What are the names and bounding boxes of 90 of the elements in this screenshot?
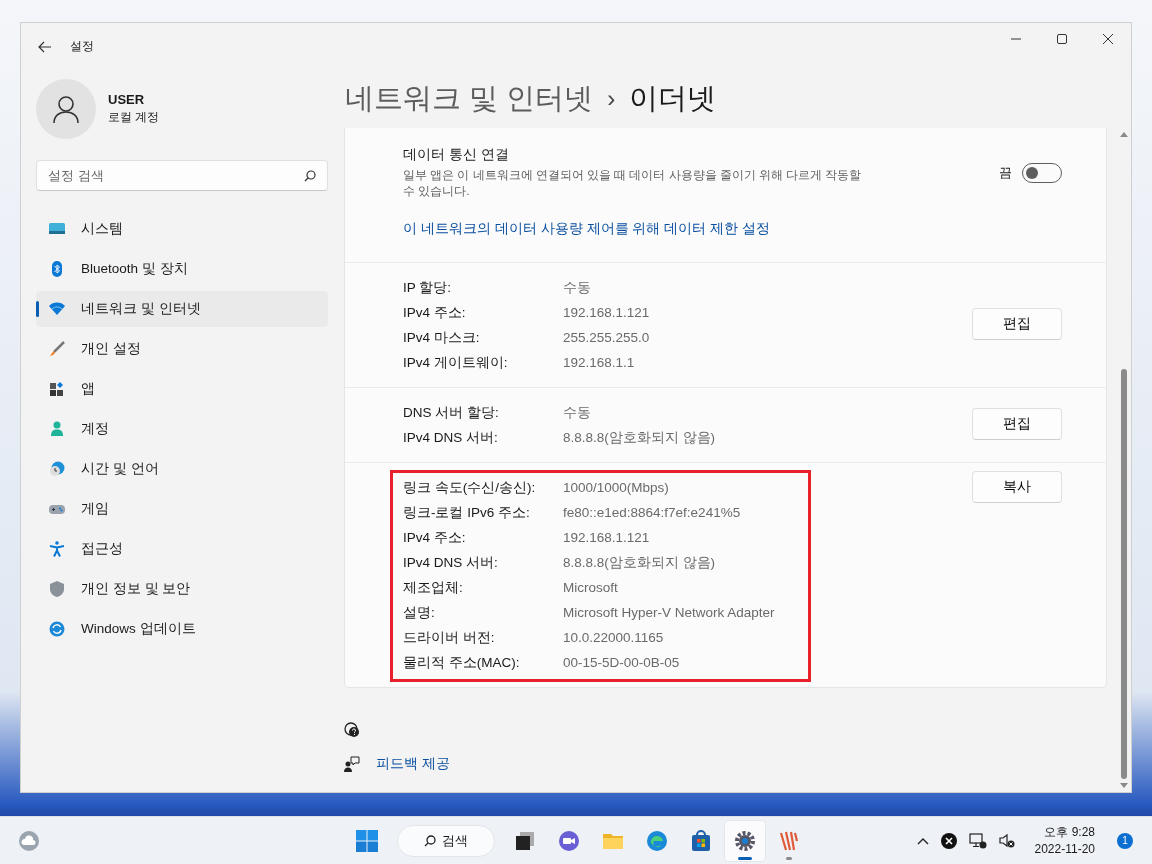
close-icon bbox=[1103, 34, 1113, 44]
toggle-state-label: 끔 bbox=[999, 163, 1012, 182]
scroll-up-icon[interactable] bbox=[1120, 131, 1128, 137]
property-value: fe80::e1ed:8864:f7ef:e241%5 bbox=[563, 505, 741, 521]
account-type: 로컬 계정 bbox=[108, 109, 160, 126]
property-label: 링크-로컬 IPv6 주소: bbox=[403, 503, 531, 522]
network-icon bbox=[49, 301, 65, 317]
property-value: 192.168.1.121 bbox=[563, 305, 650, 321]
data-limit-link[interactable]: 이 네트워크의 데이터 사용량 제어를 위해 데이터 제한 설정 bbox=[403, 220, 771, 239]
feedback-link[interactable]: 피드백 제공 bbox=[376, 755, 450, 774]
bluetooth-icon bbox=[49, 261, 65, 277]
breadcrumb-parent[interactable]: 네트워크 및 인터넷 bbox=[345, 79, 594, 119]
property-value: 00-15-5D-00-0B-05 bbox=[563, 655, 680, 671]
system-icon bbox=[49, 221, 65, 237]
setting-title: 데이터 통신 연결 bbox=[403, 146, 510, 164]
personalization-icon bbox=[49, 341, 65, 357]
property-label: 물리적 주소(MAC): bbox=[403, 653, 521, 672]
nav-item[interactable]: 개인 설정 bbox=[36, 331, 328, 367]
chevron-up-icon[interactable] bbox=[916, 836, 929, 845]
clock-date[interactable]: 2022-11-20 bbox=[1034, 840, 1095, 857]
chat-icon bbox=[557, 829, 581, 853]
property-label: DNS 서버 할당: bbox=[403, 403, 500, 422]
page-title: 이더넷 bbox=[629, 81, 717, 116]
nav-item[interactable]: 게임 bbox=[36, 491, 328, 527]
property-value: Microsoft bbox=[563, 580, 618, 596]
feedback-icon bbox=[344, 756, 360, 773]
nav-item[interactable]: 계정 bbox=[36, 411, 328, 447]
time-icon bbox=[49, 461, 65, 477]
update-icon bbox=[49, 621, 65, 637]
breadcrumb-separator: › bbox=[607, 85, 616, 113]
property-value: 10.0.22000.1165 bbox=[563, 630, 664, 646]
settings-icon bbox=[733, 829, 757, 853]
property-value: 192.168.1.121 bbox=[563, 530, 650, 546]
settings-taskbar-button[interactable] bbox=[725, 821, 765, 861]
nav-item[interactable]: 시스템 bbox=[36, 211, 328, 247]
windows-logo-icon bbox=[356, 830, 378, 852]
clock-time[interactable]: 오후 9:28 bbox=[1044, 824, 1095, 841]
property-value: 수동 bbox=[563, 278, 591, 297]
property-label: IPv4 DNS 서버: bbox=[403, 553, 499, 572]
nav-item[interactable]: 네트워크 및 인터넷 bbox=[36, 291, 328, 327]
nav-item[interactable]: Windows 업데이트 bbox=[36, 611, 328, 647]
window-title: 설정 bbox=[70, 38, 94, 55]
search-field[interactable]: 설정 검색 bbox=[36, 160, 328, 191]
property-value: Microsoft Hyper-V Network Adapter bbox=[563, 605, 775, 621]
privacy-icon bbox=[49, 581, 65, 597]
property-label: IPv4 DNS 서버: bbox=[403, 428, 499, 447]
property-label: IPv4 주소: bbox=[403, 303, 467, 322]
search-icon bbox=[424, 835, 436, 847]
property-label: 제조업체: bbox=[403, 578, 464, 597]
store-icon bbox=[689, 829, 713, 853]
speaker-muted-icon[interactable] bbox=[998, 832, 1015, 849]
apps-icon bbox=[49, 381, 65, 397]
nav-item[interactable]: 앱 bbox=[36, 371, 328, 407]
property-label: 링크 속도(수신/송신): bbox=[403, 478, 537, 497]
network-icon[interactable] bbox=[968, 832, 987, 849]
nav-item[interactable]: Bluetooth 및 장치 bbox=[36, 251, 328, 287]
action-button[interactable]: 편집 bbox=[972, 308, 1062, 341]
edge-icon bbox=[645, 829, 669, 853]
nav-item[interactable]: 개인 정보 및 보안 bbox=[36, 571, 328, 607]
property-label: IPv4 주소: bbox=[403, 528, 467, 547]
property-value: 8.8.8.8(암호화되지 않음) bbox=[563, 428, 716, 447]
property-value: 1000/1000(Mbps) bbox=[563, 480, 669, 496]
property-label: IPv4 게이트웨이: bbox=[403, 353, 509, 372]
property-label: IPv4 마스크: bbox=[403, 328, 481, 347]
nav-item[interactable]: 접근성 bbox=[36, 531, 328, 567]
action-button[interactable]: 복사 bbox=[972, 471, 1062, 504]
taskbar-search-field[interactable]: 검색 bbox=[397, 825, 495, 857]
back-arrow-icon[interactable] bbox=[38, 40, 52, 53]
help-icon[interactable] bbox=[344, 722, 360, 739]
user-name: USER bbox=[108, 92, 146, 107]
accounts-icon bbox=[49, 421, 65, 437]
property-label: 드라이버 버전: bbox=[403, 628, 496, 647]
accessibility-icon bbox=[49, 541, 65, 557]
maximize-icon bbox=[1057, 34, 1067, 44]
search-icon bbox=[304, 170, 316, 182]
property-value: 수동 bbox=[563, 403, 591, 422]
setting-description: 일부 앱은 이 네트워크에 연결되어 있을 때 데이터 사용량을 줄이기 위해 다르게 작동할 수 있습니다. bbox=[403, 168, 863, 200]
nav-item[interactable]: 시간 및 언어 bbox=[36, 451, 328, 487]
property-value: 255.255.255.0 bbox=[563, 330, 650, 346]
app-icon bbox=[777, 829, 801, 853]
taskview-icon bbox=[513, 829, 537, 853]
scroll-down-icon[interactable] bbox=[1120, 783, 1128, 789]
search-label: 검색 bbox=[442, 832, 468, 850]
action-button[interactable]: 편집 bbox=[972, 408, 1062, 441]
property-label: IP 할당: bbox=[403, 278, 452, 297]
notification-badge[interactable]: 1 bbox=[1117, 832, 1133, 849]
close-circle-icon[interactable] bbox=[940, 832, 957, 849]
property-value: 192.168.1.1 bbox=[563, 355, 635, 371]
property-label: 설명: bbox=[403, 603, 436, 622]
property-value: 8.8.8.8(암호화되지 않음) bbox=[563, 553, 716, 572]
